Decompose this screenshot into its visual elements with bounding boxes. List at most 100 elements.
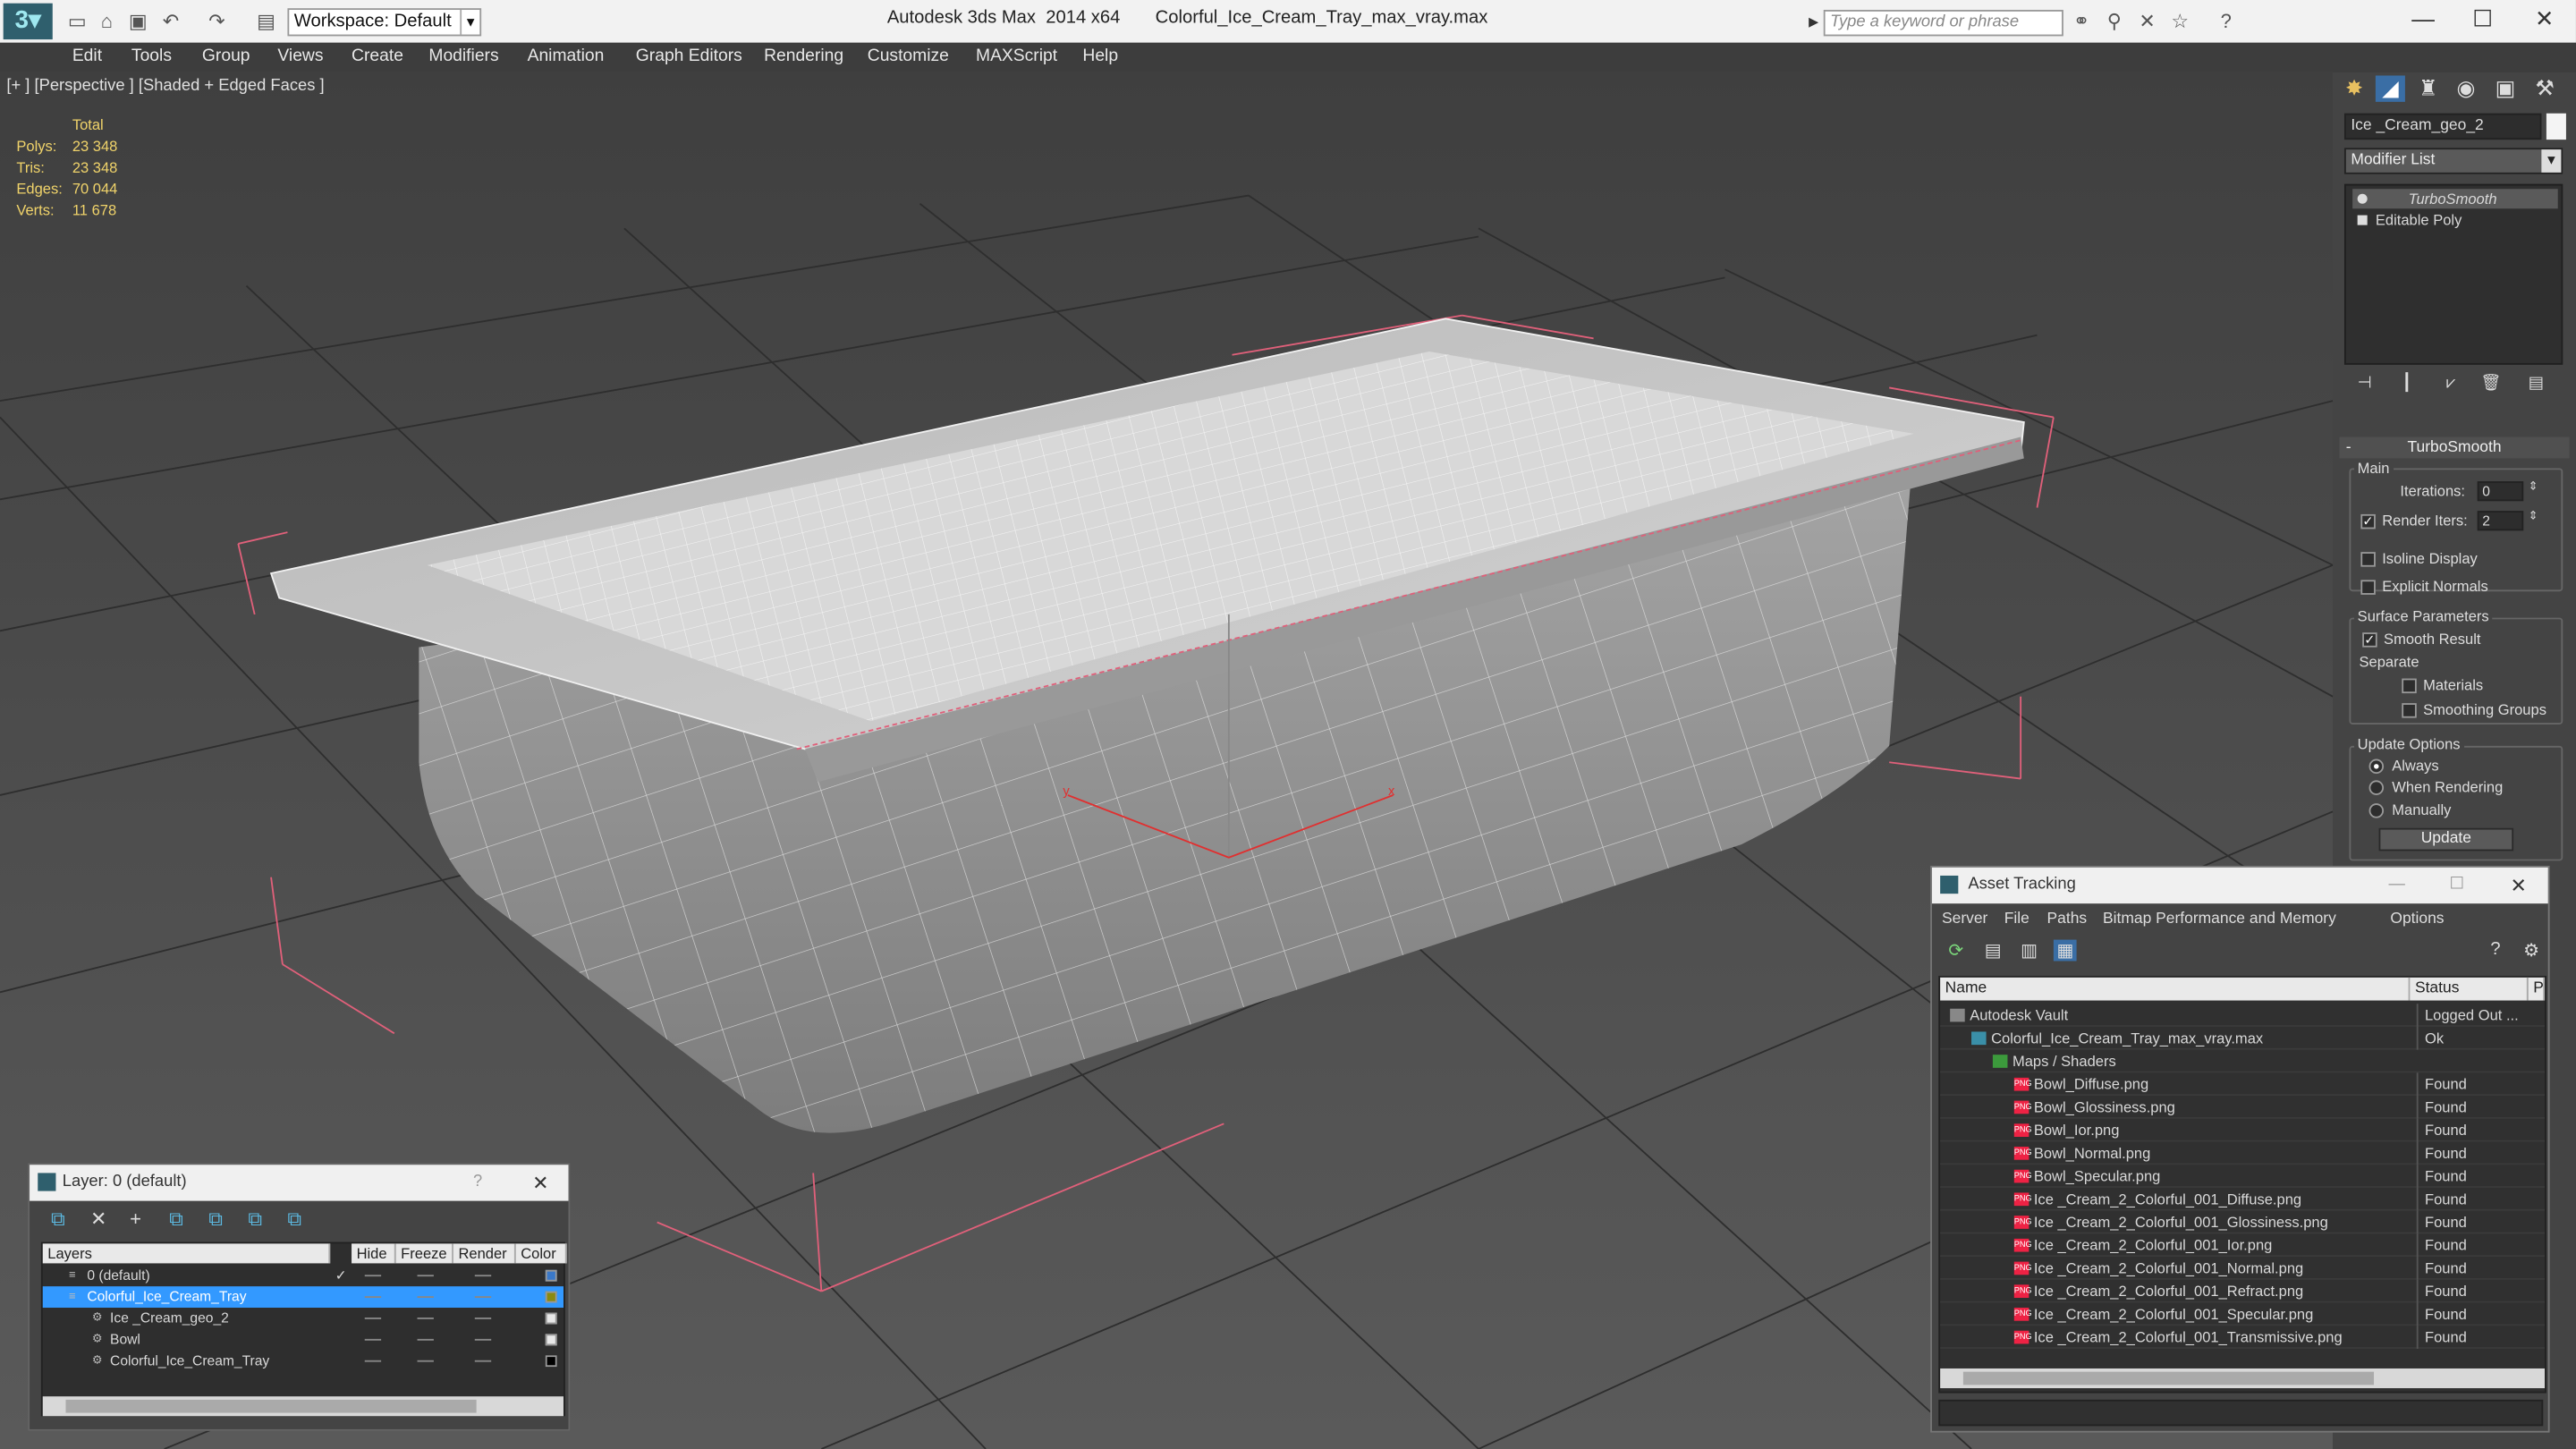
scroll-thumb[interactable] <box>65 1399 477 1413</box>
app-logo-icon[interactable]: 3▾ <box>3 3 53 40</box>
isoline-display-checkbox[interactable] <box>2360 552 2376 567</box>
stack-item-editable-poly[interactable]: Editable Poly <box>2352 210 2558 230</box>
hierarchy-tab-icon[interactable]: ♜ <box>2413 75 2443 101</box>
materials-checkbox[interactable] <box>2402 678 2417 694</box>
freeze-all-icon[interactable]: ⧉ <box>287 1208 301 1233</box>
layer-horizontal-scrollbar[interactable] <box>42 1396 564 1417</box>
layer-row[interactable]: ≡ 0 (default) ✓ <box>43 1265 564 1286</box>
menu-group[interactable]: Group <box>202 46 250 65</box>
menu-tools[interactable]: Tools <box>131 46 172 65</box>
smooth-result-checkbox[interactable]: ✓ <box>2362 632 2377 648</box>
asset-menu-options[interactable]: Options <box>2390 911 2444 928</box>
minimize-icon[interactable]: — <box>2411 5 2435 31</box>
turbosmooth-rollout-header[interactable]: - TurboSmooth <box>2339 436 2570 459</box>
modify-tab-icon[interactable]: ◢ <box>2375 75 2405 102</box>
asset-window-titlebar[interactable]: Asset Tracking — ☐ ✕ <box>1931 867 2548 904</box>
help-icon[interactable]: ? <box>473 1165 482 1200</box>
menu-create[interactable]: Create <box>352 46 403 65</box>
asset-row[interactable]: Colorful_Ice_Cream_Tray_max_vray.max Ok <box>1940 1026 2546 1050</box>
list-view-icon[interactable]: ▤ <box>1985 940 2002 961</box>
menu-maxscript[interactable]: MAXScript <box>976 46 1057 65</box>
menu-modifiers[interactable]: Modifiers <box>428 46 498 65</box>
asset-menu-server[interactable]: Server <box>1942 911 1987 928</box>
render-iters-checkbox[interactable]: ✓ <box>2360 513 2376 530</box>
search-expand-icon[interactable]: ▸ <box>1802 10 1826 33</box>
minimize-icon[interactable]: — <box>2389 868 2405 903</box>
explicit-normals-checkbox[interactable] <box>2360 580 2376 595</box>
close-icon[interactable]: ✕ <box>532 1165 548 1200</box>
col-status[interactable]: Status <box>2410 977 2529 1001</box>
thumbnail-view-icon[interactable]: ▥ <box>2021 940 2038 961</box>
configure-sets-icon[interactable]: ▤ <box>2529 375 2544 393</box>
freeze-toggle[interactable] <box>417 1275 434 1277</box>
asset-row[interactable]: Maps / Shaders <box>1940 1050 2546 1073</box>
freeze-toggle[interactable] <box>417 1318 434 1319</box>
freeze-toggle[interactable] <box>417 1296 434 1298</box>
col-color[interactable]: Color <box>515 1243 567 1264</box>
modifier-list-dropdown[interactable]: Modifier List ▼ <box>2343 148 2563 174</box>
close-icon[interactable]: ✕ <box>2510 868 2526 903</box>
help-icon[interactable]: ? <box>2215 10 2238 33</box>
render-toggle[interactable] <box>474 1296 492 1298</box>
layer-row[interactable]: ⚙ Ice _Cream_geo_2 <box>43 1308 564 1329</box>
spinner-arrows-icon[interactable]: ⇕ <box>2529 509 2538 522</box>
menu-edit[interactable]: Edit <box>72 46 102 65</box>
hide-toggle[interactable] <box>364 1296 382 1298</box>
pin-stack-icon[interactable]: ⊣ <box>2358 375 2372 393</box>
hide-toggle[interactable] <box>364 1360 382 1362</box>
asset-row[interactable]: PNG Ice _Cream_2_Colorful_001_Specular.pn… <box>1940 1302 2546 1326</box>
asset-row[interactable]: PNG Ice _Cream_2_Colorful_001_Transmissiv… <box>1940 1326 2546 1349</box>
object-color-swatch[interactable] <box>2546 113 2566 140</box>
asset-row[interactable]: PNG Ice _Cream_2_Colorful_001_Glossiness.… <box>1940 1210 2546 1234</box>
spinner-arrows-icon[interactable]: ⇕ <box>2529 479 2538 493</box>
hide-toggle[interactable] <box>364 1275 382 1277</box>
save-icon[interactable]: ▣ <box>126 10 149 33</box>
help-icon[interactable]: ? <box>2490 940 2500 960</box>
asset-row[interactable]: PNG Bowl_Normal.png Found <box>1940 1141 2546 1165</box>
asset-row[interactable]: PNG Bowl_Glossiness.png Found <box>1940 1096 2546 1119</box>
add-to-layer-icon[interactable]: + <box>130 1208 141 1231</box>
menu-graph-editors[interactable]: Graph Editors <box>636 46 742 65</box>
hide-toggle[interactable] <box>364 1318 382 1319</box>
col-render[interactable]: Render <box>453 1243 516 1264</box>
maximize-icon[interactable]: ☐ <box>2472 5 2493 33</box>
project-folder-icon[interactable]: ▤ <box>255 10 278 33</box>
asset-row[interactable]: PNG Bowl_Specular.png Found <box>1940 1165 2546 1188</box>
show-end-result-icon[interactable]: ┃ <box>2402 375 2411 393</box>
maximize-icon[interactable]: ☐ <box>2450 868 2464 903</box>
layer-color-swatch[interactable] <box>545 1334 557 1346</box>
subscription-icon[interactable]: ⚲ <box>2103 10 2126 33</box>
layer-color-swatch[interactable] <box>545 1269 557 1282</box>
always-radio[interactable] <box>2368 758 2385 775</box>
communication-icon[interactable]: ✕ <box>2136 10 2159 33</box>
delete-layer-icon[interactable]: ✕ <box>90 1208 106 1231</box>
search-input[interactable]: Type a keyword or phrase <box>1823 10 2063 37</box>
render-iters-spinner[interactable]: 2 <box>2477 511 2524 531</box>
hide-toggle[interactable] <box>364 1338 382 1341</box>
freeze-toggle[interactable] <box>417 1338 434 1341</box>
motion-tab-icon[interactable]: ◉ <box>2451 75 2480 101</box>
asset-row[interactable]: PNG Bowl_Ior.png Found <box>1940 1118 2546 1142</box>
create-layer-icon[interactable]: ⧉ <box>51 1208 65 1233</box>
refresh-icon[interactable]: ⟳ <box>1948 940 1963 961</box>
menu-customize[interactable]: Customize <box>868 46 949 65</box>
layer-color-swatch[interactable] <box>545 1312 557 1325</box>
hide-all-icon[interactable]: ⧉ <box>248 1208 262 1233</box>
asset-menu-bitmap-performance[interactable]: Bitmap Performance and Memory <box>2103 911 2336 928</box>
scroll-thumb[interactable] <box>1962 1371 2375 1385</box>
manually-radio[interactable] <box>2368 803 2385 818</box>
settings-icon[interactable]: ⚙ <box>2523 940 2539 961</box>
col-layers[interactable]: Layers <box>42 1243 331 1264</box>
menu-views[interactable]: Views <box>277 46 323 65</box>
asset-row[interactable]: PNG Ice _Cream_2_Colorful_001_Ior.png Foun… <box>1940 1233 2546 1258</box>
layer-color-swatch[interactable] <box>545 1291 557 1303</box>
update-button[interactable]: Update <box>2378 827 2514 852</box>
workspace-dropdown[interactable]: Workspace: Default ▼ <box>287 8 482 37</box>
menu-help[interactable]: Help <box>1082 46 1118 65</box>
lightbulb-icon[interactable] <box>2357 193 2368 204</box>
col-name[interactable]: Name <box>1940 977 2411 1001</box>
render-toggle[interactable] <box>474 1275 492 1277</box>
iterations-spinner[interactable]: 0 <box>2477 481 2524 502</box>
layer-row[interactable]: ⚙ Bowl <box>43 1329 564 1351</box>
render-toggle[interactable] <box>474 1338 492 1341</box>
